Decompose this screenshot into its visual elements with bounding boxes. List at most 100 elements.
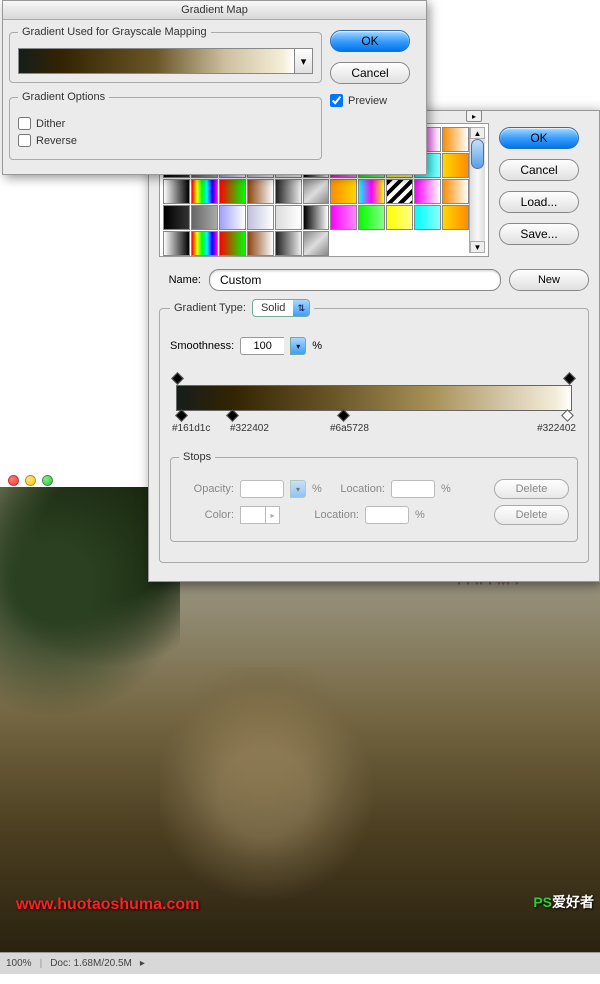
name-input[interactable] [209, 269, 501, 291]
cancel-button[interactable]: Cancel [330, 62, 410, 84]
color-dropdown-icon: ▸ [265, 507, 279, 523]
preview-label: Preview [348, 95, 387, 107]
delete-opacity-stop-button[interactable]: Delete [494, 479, 569, 499]
ok-button[interactable]: OK [499, 127, 579, 149]
preset-swatch[interactable] [219, 205, 246, 230]
grayscale-legend: Gradient Used for Grayscale Mapping [18, 26, 211, 38]
preset-swatch[interactable] [163, 205, 190, 230]
preset-swatch[interactable] [163, 231, 190, 256]
preset-swatch[interactable] [358, 205, 385, 230]
scroll-up-icon[interactable]: ▲ [470, 127, 485, 139]
color-stop[interactable] [339, 411, 349, 422]
preset-swatch[interactable] [330, 205, 357, 230]
color-label: Color: [179, 509, 234, 521]
save-button[interactable]: Save... [499, 223, 579, 245]
grayscale-mapping-group: Gradient Used for Grayscale Mapping ▾ [9, 26, 322, 83]
preset-swatch[interactable] [414, 179, 441, 204]
stop-hex-label: #322402 [537, 423, 576, 434]
info-dropdown-icon[interactable]: ▸ [140, 958, 145, 969]
preset-swatch[interactable] [303, 231, 330, 256]
location-label: Location: [330, 483, 385, 495]
preset-swatch[interactable] [191, 179, 218, 204]
opacity-dropdown-icon: ▾ [290, 480, 306, 498]
gradient-type-group: Gradient Type: Solid ⇅ Smoothness: ▾ % # [159, 299, 589, 563]
preset-swatch[interactable] [275, 205, 302, 230]
preset-swatch[interactable] [247, 179, 274, 204]
preset-swatch[interactable] [247, 231, 274, 256]
presets-menu-icon[interactable]: ▸ [466, 110, 482, 122]
watermark-logo: PS爱好者 [533, 892, 594, 912]
preset-swatch[interactable] [275, 231, 302, 256]
dither-label: Dither [36, 118, 65, 130]
watermark-text: www.huotaoshuma.com [16, 896, 199, 914]
gradient-type-label: Gradient Type: [174, 302, 246, 314]
stop-hex-label: #161d1c [172, 423, 210, 434]
preset-swatch[interactable] [303, 205, 330, 230]
preset-swatch[interactable] [275, 179, 302, 204]
preview-checkbox[interactable] [330, 94, 343, 107]
preset-swatch[interactable] [442, 205, 469, 230]
preset-swatch[interactable] [330, 179, 357, 204]
location-input[interactable] [365, 506, 409, 524]
name-label: Name: [159, 274, 201, 286]
preset-swatch[interactable] [442, 127, 469, 152]
minimize-window-button[interactable] [25, 475, 36, 486]
stop-hex-label: #322402 [230, 423, 269, 434]
presets-scrollbar[interactable]: ▲ ▼ [469, 127, 485, 253]
location-label: Location: [304, 509, 359, 521]
gradient-preview[interactable] [18, 48, 295, 74]
color-stop[interactable] [563, 411, 573, 422]
gradient-bar[interactable] [176, 385, 572, 411]
dither-checkbox[interactable] [18, 117, 31, 130]
opacity-input[interactable] [240, 480, 284, 498]
status-bar: 100% | Doc: 1.68M/20.5M ▸ [0, 952, 600, 974]
gradient-map-dialog: Gradient Map Gradient Used for Grayscale… [2, 0, 427, 175]
color-well[interactable]: ▸ [240, 506, 280, 524]
ok-button[interactable]: OK [330, 30, 410, 52]
location-input[interactable] [391, 480, 435, 498]
gradient-editor-dialog: ▸ ▲ ▼ OK Cancel Load... Save... Name: Ne… [148, 110, 600, 582]
color-stop[interactable] [228, 411, 238, 422]
stop-hex-label: #6a5728 [330, 423, 369, 434]
stops-group: Stops Opacity: ▾ % Location: % Delete Co… [170, 451, 578, 542]
opacity-label: Opacity: [179, 483, 234, 495]
scroll-down-icon[interactable]: ▼ [470, 241, 485, 253]
zoom-level[interactable]: 100% [6, 958, 32, 969]
scroll-thumb[interactable] [471, 139, 484, 169]
delete-color-stop-button[interactable]: Delete [494, 505, 569, 525]
preset-swatch[interactable] [219, 179, 246, 204]
gradient-type-select[interactable]: Solid ⇅ [252, 299, 310, 317]
reverse-checkbox[interactable] [18, 134, 31, 147]
color-stop[interactable] [177, 411, 187, 422]
reverse-label: Reverse [36, 135, 77, 147]
load-button[interactable]: Load... [499, 191, 579, 213]
preset-swatch[interactable] [247, 205, 274, 230]
preset-swatch[interactable] [163, 179, 190, 204]
preset-swatch[interactable] [442, 153, 469, 178]
preset-swatch[interactable] [191, 231, 218, 256]
preset-swatch[interactable] [386, 205, 413, 230]
preset-swatch[interactable] [386, 179, 413, 204]
smoothness-input[interactable] [240, 337, 284, 355]
gradient-dropdown-arrow[interactable]: ▾ [295, 48, 313, 74]
preset-swatch[interactable] [358, 179, 385, 204]
dialog-title: Gradient Map [3, 1, 426, 20]
pct-label: % [441, 483, 453, 495]
zoom-window-button[interactable] [42, 475, 53, 486]
options-legend: Gradient Options [18, 91, 109, 103]
new-button[interactable]: New [509, 269, 589, 291]
preset-swatch[interactable] [219, 231, 246, 256]
cancel-button[interactable]: Cancel [499, 159, 579, 181]
opacity-stop[interactable] [565, 374, 575, 385]
doc-info: Doc: 1.68M/20.5M [50, 958, 132, 969]
preset-swatch[interactable] [191, 205, 218, 230]
gradient-options-group: Gradient Options Dither Reverse [9, 91, 322, 160]
pct-label: % [312, 483, 324, 495]
preset-swatch[interactable] [303, 179, 330, 204]
opacity-stop[interactable] [173, 374, 183, 385]
preset-swatch[interactable] [414, 205, 441, 230]
preset-swatch[interactable] [442, 179, 469, 204]
pct-label: % [312, 340, 322, 352]
close-window-button[interactable] [8, 475, 19, 486]
smoothness-dropdown-icon[interactable]: ▾ [290, 337, 306, 355]
